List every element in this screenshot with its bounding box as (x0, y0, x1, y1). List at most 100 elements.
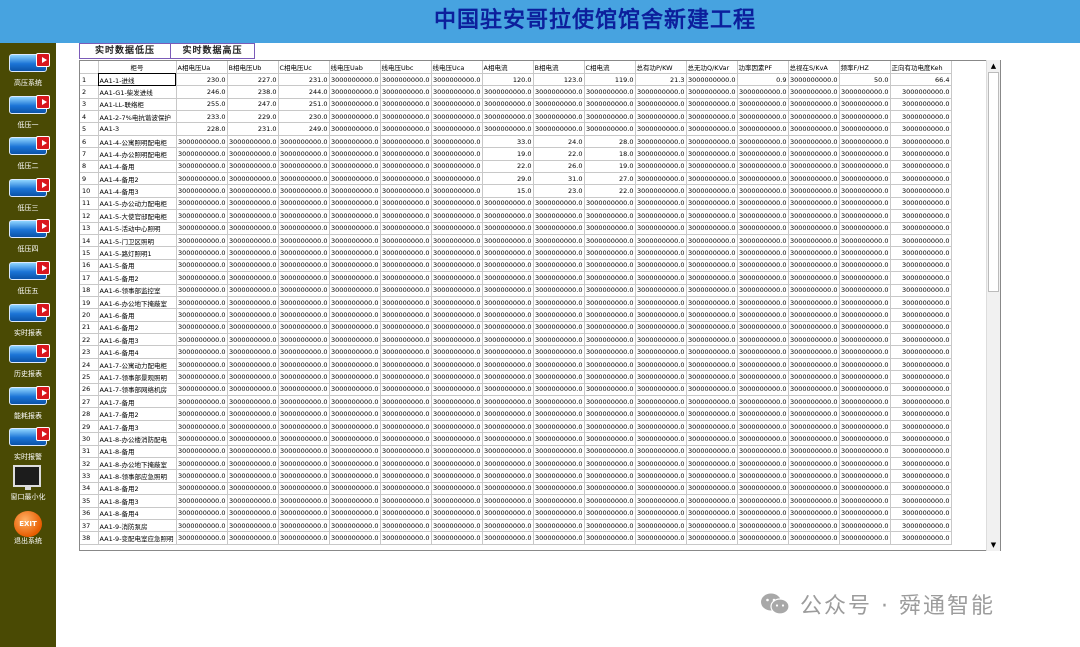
table-row[interactable]: 8 AA1-4-备用 3000000000.0 3000000000.0 3000000… (80, 160, 952, 174)
table-row[interactable]: 2 AA1-G1-柴发进线 246.0 238.0 244.0 3000000000.0 3… (80, 85, 952, 99)
table-row[interactable]: 26 AA1-7-领事部网络机房 3000000000.0 3000000000.0 3… (80, 383, 952, 397)
table-cell: 3000000000.0 (584, 507, 636, 520)
table-cell: 3000000000.0 (278, 271, 330, 285)
table-row[interactable]: 4 AA1-2-7%电抗谐波保护 233.0 229.0 230.0 3000000000… (80, 110, 952, 124)
arrow-button-icon[interactable] (9, 303, 50, 322)
table-cell: 3000000000.0 (686, 296, 738, 310)
nav-item-1[interactable]: 低压一 (0, 93, 56, 133)
tab-low-voltage-realtime[interactable]: 实时数据低压 (79, 43, 171, 59)
table-cell: 3000000000.0 (890, 308, 952, 322)
arrow-button-icon[interactable] (9, 95, 50, 114)
table-cell: 3000000000.0 (839, 519, 891, 533)
arrow-button-icon[interactable] (9, 136, 50, 155)
nav-item-label: 低压二 (17, 162, 39, 170)
table-row[interactable]: 3 AA1-LL-联络柜 255.0 247.0 251.0 3000000000.0 30… (80, 98, 952, 112)
table-cell: 3000000000.0 (686, 222, 738, 235)
nav-item-4[interactable]: 低压四 (0, 217, 56, 257)
nav-item-5[interactable]: 低压五 (0, 259, 56, 299)
nav-item-label: 实时报表 (14, 329, 42, 337)
nav-item-0[interactable]: 高压系统 (0, 51, 56, 91)
scroll-thumb[interactable] (988, 72, 999, 292)
table-cell: 3000000000.0 (788, 519, 840, 533)
table-cell: 3000000000.0 (380, 358, 432, 372)
table-cell: 3000000000.0 (329, 246, 381, 260)
table-cell: 3000000000.0 (431, 284, 483, 297)
table-cell: 3000000000.0 (482, 420, 534, 434)
cabinet-name: AA1-3 (98, 122, 177, 136)
table-cell: 3000000000.0 (839, 321, 891, 335)
table-cell: 3000000000.0 (482, 345, 534, 359)
monitor-icon[interactable] (13, 465, 41, 490)
table-cell: 3000000000.0 (890, 246, 952, 260)
table-row[interactable]: 13 AA1-5-活动中心照明 3000000000.0 3000000000.0 30… (80, 222, 952, 235)
row-number: 1 (80, 73, 99, 87)
table-row[interactable]: 21 AA1-6-备用2 3000000000.0 3000000000.0 30000… (80, 321, 952, 335)
table-cell: 3000000000.0 (839, 184, 891, 198)
table-row[interactable]: 23 AA1-6-备用4 3000000000.0 3000000000.0 30000… (80, 345, 952, 359)
arrow-button-icon[interactable] (9, 178, 50, 197)
table-row[interactable]: 25 AA1-7-领事部景观照明 3000000000.0 3000000000.0 3… (80, 370, 952, 384)
table-row[interactable]: 14 AA1-5-门卫区照明 3000000000.0 3000000000.0 300… (80, 234, 952, 248)
table-cell: 3000000000.0 (737, 271, 789, 285)
table-row[interactable]: 38 AA1-9-变配电室应急照明 3000000000.0 3000000000.0… (80, 531, 952, 545)
vertical-scrollbar[interactable]: ▲ ▼ (986, 60, 1000, 551)
table-cell: 3000000000.0 (788, 222, 840, 235)
table-row[interactable]: 19 AA1-6-办公地下掩蔽室 3000000000.0 3000000000.0 3… (80, 296, 952, 310)
exit-icon[interactable]: EXIT (14, 511, 42, 537)
table-row[interactable]: 35 AA1-8-备用3 3000000000.0 3000000000.0 30000… (80, 494, 952, 508)
table-row[interactable]: 22 AA1-6-备用3 3000000000.0 3000000000.0 30000… (80, 333, 952, 347)
arrow-button-icon[interactable] (9, 219, 50, 238)
nav-item-11[interactable]: EXIT 退出系统 (0, 509, 56, 549)
nav-item-9[interactable]: 实时报警 (0, 425, 56, 465)
table-row[interactable]: 6 AA1-4-公寓照明配电柜 3000000000.0 3000000000.0 30… (80, 135, 952, 149)
table-row[interactable]: 30 AA1-8-办公楼消防配电 3000000000.0 3000000000.0 3… (80, 432, 952, 446)
table-row[interactable]: 27 AA1-7-备用 3000000000.0 3000000000.0 300000… (80, 395, 952, 409)
table-row[interactable]: 15 AA1-5-路灯照明1 3000000000.0 3000000000.0 300… (80, 246, 952, 260)
arrow-button-icon[interactable] (9, 427, 50, 446)
table-row[interactable]: 33 AA1-8-领事部应急照明 3000000000.0 3000000000.0 3… (80, 469, 952, 483)
scroll-up-arrow-icon[interactable]: ▲ (987, 60, 1000, 72)
table-row[interactable]: 16 AA1-5-备用 3000000000.0 3000000000.0 300000… (80, 259, 952, 273)
table-row[interactable]: 7 AA1-4-办公照明配电柜 3000000000.0 3000000000.0 30… (80, 147, 952, 161)
table-row[interactable]: 28 AA1-7-备用2 3000000000.0 3000000000.0 30000… (80, 407, 952, 421)
nav-item-6[interactable]: 实时报表 (0, 301, 56, 341)
nav-item-2[interactable]: 低压二 (0, 134, 56, 174)
table-cell: 26.0 (533, 160, 585, 174)
scroll-down-arrow-icon[interactable]: ▼ (987, 539, 1000, 551)
cabinet-name: AA1-7-公寓动力配电柜 (98, 358, 177, 372)
table-cell: 3000000000.0 (686, 407, 738, 421)
table-row[interactable]: 29 AA1-7-备用3 3000000000.0 3000000000.0 30000… (80, 420, 952, 434)
table-cell: 3000000000.0 (635, 160, 687, 174)
table-row[interactable]: 17 AA1-5-备用2 3000000000.0 3000000000.0 30000… (80, 271, 952, 285)
nav-item-10[interactable]: 窗口最小化 (0, 465, 56, 505)
table-row[interactable]: 10 AA1-4-备用3 3000000000.0 3000000000.0 30000… (80, 184, 952, 198)
arrow-button-icon[interactable] (9, 53, 50, 72)
table-row[interactable]: 34 AA1-8-备用2 3000000000.0 3000000000.0 30000… (80, 482, 952, 496)
table-row[interactable]: 18 AA1-6-领事部监控室 3000000000.0 3000000000.0 30… (80, 284, 952, 297)
arrow-button-icon[interactable] (9, 344, 50, 363)
arrow-button-icon[interactable] (9, 261, 50, 280)
table-row[interactable]: 9 AA1-4-备用2 3000000000.0 3000000000.0 300000… (80, 172, 952, 186)
table-row[interactable]: 32 AA1-8-办公地下掩蔽室 3000000000.0 3000000000.0 3… (80, 457, 952, 471)
table-cell: 3000000000.0 (380, 308, 432, 322)
nav-item-8[interactable]: 能耗报表 (0, 384, 56, 424)
table-row[interactable]: 24 AA1-7-公寓动力配电柜 3000000000.0 3000000000.0 3… (80, 358, 952, 372)
arrow-button-icon[interactable] (9, 386, 50, 405)
table-row[interactable]: 20 AA1-6-备用 3000000000.0 3000000000.0 300000… (80, 308, 952, 322)
table-row[interactable]: 37 AA1-9-消防泵房 3000000000.0 3000000000.0 3000… (80, 519, 952, 533)
nav-item-7[interactable]: 历史报表 (0, 342, 56, 382)
table-cell: 3000000000.0 (380, 98, 432, 112)
table-cell: 3000000000.0 (635, 420, 687, 434)
tab-high-voltage-realtime[interactable]: 实时数据高压 (170, 43, 255, 59)
table-cell: 3000000000.0 (329, 494, 381, 508)
table-row[interactable]: 5 AA1-3 228.0 231.0 249.0 3000000000.0 3000000… (80, 122, 952, 136)
table-row[interactable]: 12 AA1-5-大使官邸配电柜 3000000000.0 3000000000.0 3… (80, 209, 952, 223)
data-grid[interactable]: 柜号 A相电压Ua B相电压Ub C相电压Uc 线电压Uab 线电压Ubc 线电压Uca A相… (79, 60, 1001, 551)
table-row[interactable]: 36 AA1-8-备用4 3000000000.0 3000000000.0 30000… (80, 507, 952, 520)
table-row[interactable]: 31 AA1-8-备用 3000000000.0 3000000000.0 300000… (80, 445, 952, 459)
table-row[interactable]: 1 AA1-1-进线 230.0 227.0 231.0 3000000000.0 3000… (80, 73, 952, 87)
table-cell: 3000000000.0 (329, 531, 381, 545)
nav-item-3[interactable]: 低压三 (0, 176, 56, 216)
table-row[interactable]: 11 AA1-5-办公动力配电柜 3000000000.0 3000000000.0 3… (80, 197, 952, 211)
table-cell: 3000000000.0 (839, 507, 891, 520)
